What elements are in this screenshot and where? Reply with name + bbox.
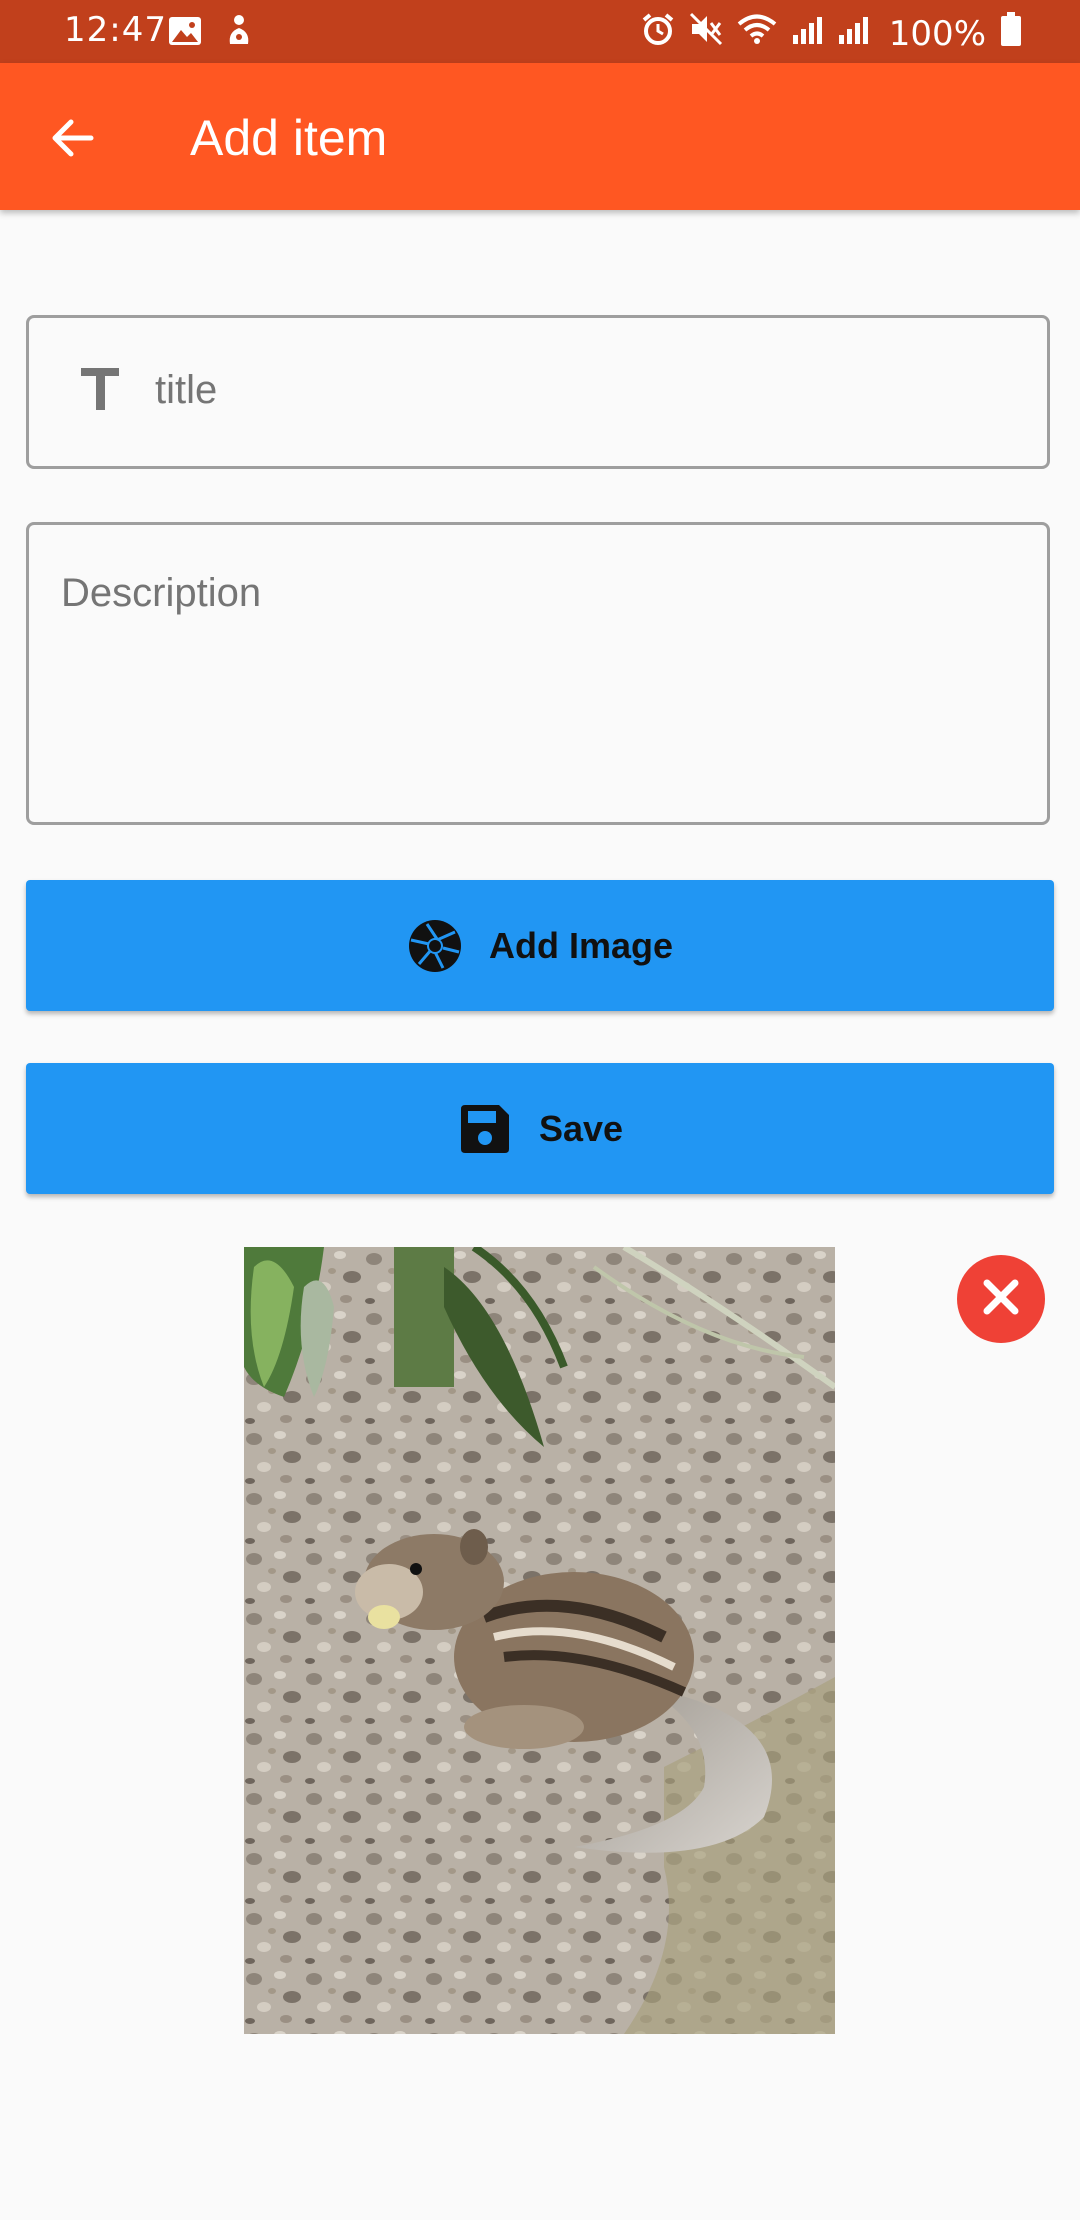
close-icon: [977, 1273, 1025, 1326]
remove-image-button[interactable]: [957, 1255, 1045, 1343]
signal-icon: [837, 14, 869, 54]
page-title: Add item: [190, 110, 388, 166]
save-icon: [457, 1101, 513, 1157]
add-image-button[interactable]: Add Image: [26, 880, 1054, 1011]
gallery-icon: [168, 15, 202, 55]
text-title-icon: [73, 360, 133, 420]
status-bar: 12:47 100%: [0, 0, 1080, 63]
description-input[interactable]: [59, 569, 1023, 793]
selected-photo: [244, 1247, 835, 2034]
battery-percent: 100%: [888, 13, 986, 54]
title-field[interactable]: [26, 315, 1050, 469]
arrow-back-icon: [49, 114, 97, 167]
battery-icon: [1000, 12, 1022, 55]
add-image-label: Add Image: [488, 924, 674, 966]
save-button[interactable]: Save: [26, 1063, 1054, 1194]
description-field[interactable]: [26, 522, 1050, 825]
save-label: Save: [538, 1107, 624, 1149]
alarm-icon: [641, 12, 675, 55]
back-button[interactable]: [38, 105, 108, 175]
notification-icon: [224, 14, 254, 55]
status-time: 12:47: [64, 10, 167, 50]
camera-shutter-icon: [407, 918, 463, 974]
app-bar: Add item: [0, 63, 1080, 210]
mute-icon: [689, 12, 723, 55]
title-input[interactable]: [153, 354, 1017, 426]
wifi-icon: [737, 13, 777, 54]
signal-icon: [791, 14, 823, 54]
